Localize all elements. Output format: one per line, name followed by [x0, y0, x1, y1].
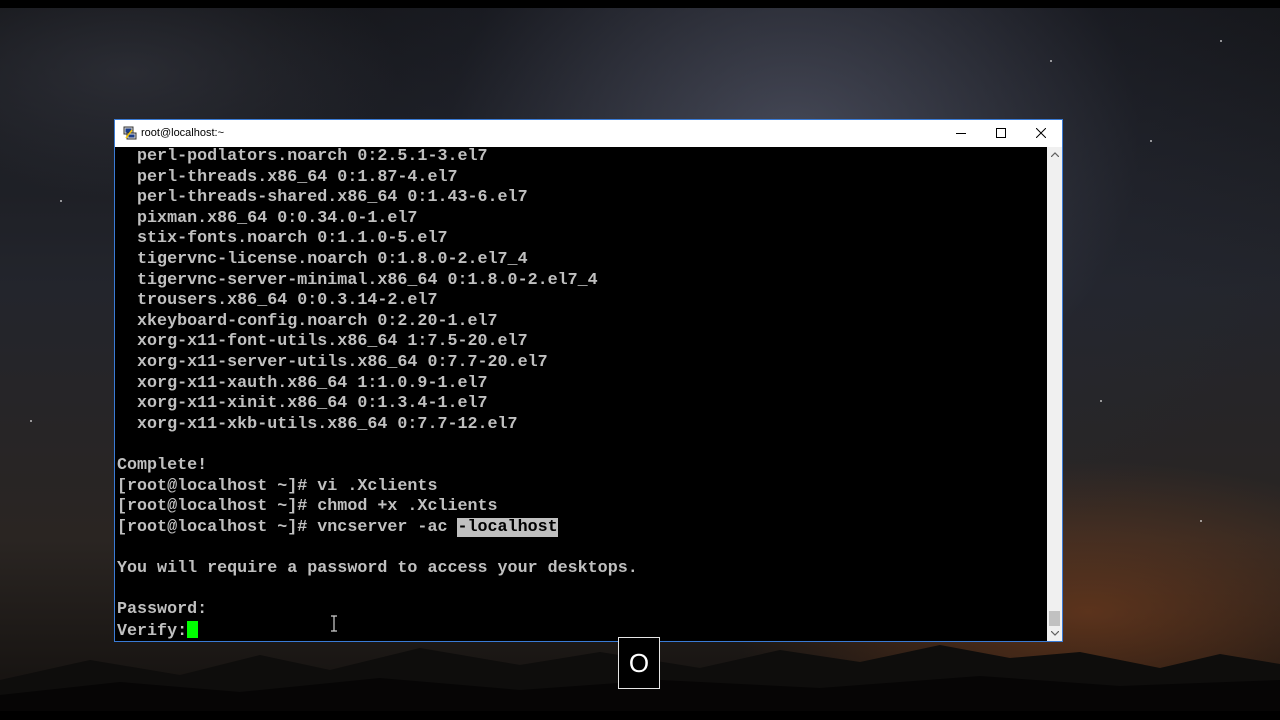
window-title: root@localhost:~ [141, 127, 225, 139]
verify-prompt: Verify: [117, 621, 188, 641]
letterbox-bottom [0, 711, 1280, 720]
minimize-icon [956, 133, 966, 134]
terminal-output[interactable]: perl-podlators.noarch 0:2.5.1-3.el7 perl… [115, 147, 1047, 641]
verify-prompt-line[interactable]: Verify: [117, 620, 199, 641]
terminal-line: Complete! [117, 456, 208, 475]
vertical-scrollbar[interactable] [1047, 147, 1062, 641]
terminal-line: [root@localhost ~]# chmod +x .Xclients [117, 497, 498, 517]
star [1200, 520, 1202, 522]
maximize-icon [996, 128, 1006, 138]
selected-text[interactable]: -localhost [457, 517, 558, 537]
ibeam-cursor-icon [331, 615, 337, 632]
terminal-window: root@localhost:~ perl-podlators.noarch 0… [114, 119, 1063, 642]
scroll-down-button[interactable] [1047, 626, 1062, 641]
maximize-button[interactable] [981, 120, 1021, 146]
minimize-button[interactable] [941, 120, 981, 146]
chevron-down-icon [1050, 631, 1059, 636]
terminal-line: perl-threads-shared.x86_64 0:1.43-6.el7 [117, 188, 528, 208]
terminal-line: stix-fonts.noarch 0:1.1.0-5.el7 [117, 229, 448, 249]
scroll-up-button[interactable] [1047, 147, 1062, 162]
close-button[interactable] [1021, 120, 1061, 146]
password-message: You will require a password to access yo… [117, 559, 638, 578]
terminal-line: xorg-x11-xkb-utils.x86_64 0:7.7-12.el7 [117, 414, 518, 434]
terminal-line: xkeyboard-config.noarch 0:2.20-1.el7 [117, 311, 498, 331]
close-icon [1036, 128, 1046, 138]
vnc-command-line: [root@localhost ~]# vncserver -ac -local… [117, 517, 558, 538]
terminal-line: tigervnc-license.noarch 0:1.8.0-2.el7_4 [117, 250, 528, 269]
terminal-line: xorg-x11-xinit.x86_64 0:1.3.4-1.el7 [117, 394, 488, 414]
terminal-line: pixman.x86_64 0:0.34.0-1.el7 [117, 208, 418, 228]
star [1050, 60, 1052, 62]
chevron-up-icon [1050, 152, 1059, 157]
terminal-line: perl-podlators.noarch 0:2.5.1-3.el7 [117, 147, 488, 166]
star [30, 420, 32, 422]
password-prompt: Password: [117, 600, 208, 620]
terminal-line: perl-threads.x86_64 0:1.87-4.el7 [117, 167, 458, 187]
vnc-command-prompt: [root@localhost ~]# vncserver -ac [117, 517, 458, 537]
keypress-overlay: O [618, 637, 660, 689]
terminal-line: tigervnc-server-minimal.x86_64 0:1.8.0-2… [117, 270, 598, 290]
terminal-line: xorg-x11-server-utils.x86_64 0:7.7-20.el… [117, 353, 548, 372]
pressed-key: O [628, 647, 650, 678]
terminal-line: trousers.x86_64 0:0.3.14-2.el7 [117, 291, 438, 311]
scrollbar-thumb[interactable] [1049, 611, 1060, 626]
star [1220, 40, 1222, 42]
terminal-line: xorg-x11-xauth.x86_64 1:1.0.9-1.el7 [117, 373, 488, 393]
text-cursor [187, 620, 199, 638]
putty-terminal-icon [123, 126, 137, 140]
terminal-line: xorg-x11-font-utils.x86_64 1:7.5-20.el7 [117, 332, 528, 352]
terminal-line: [root@localhost ~]# vi .Xclients [117, 476, 438, 496]
star [1100, 400, 1102, 402]
star [60, 200, 62, 202]
letterbox-top [0, 0, 1280, 8]
star [1150, 140, 1152, 142]
title-bar[interactable]: root@localhost:~ [115, 120, 1062, 147]
